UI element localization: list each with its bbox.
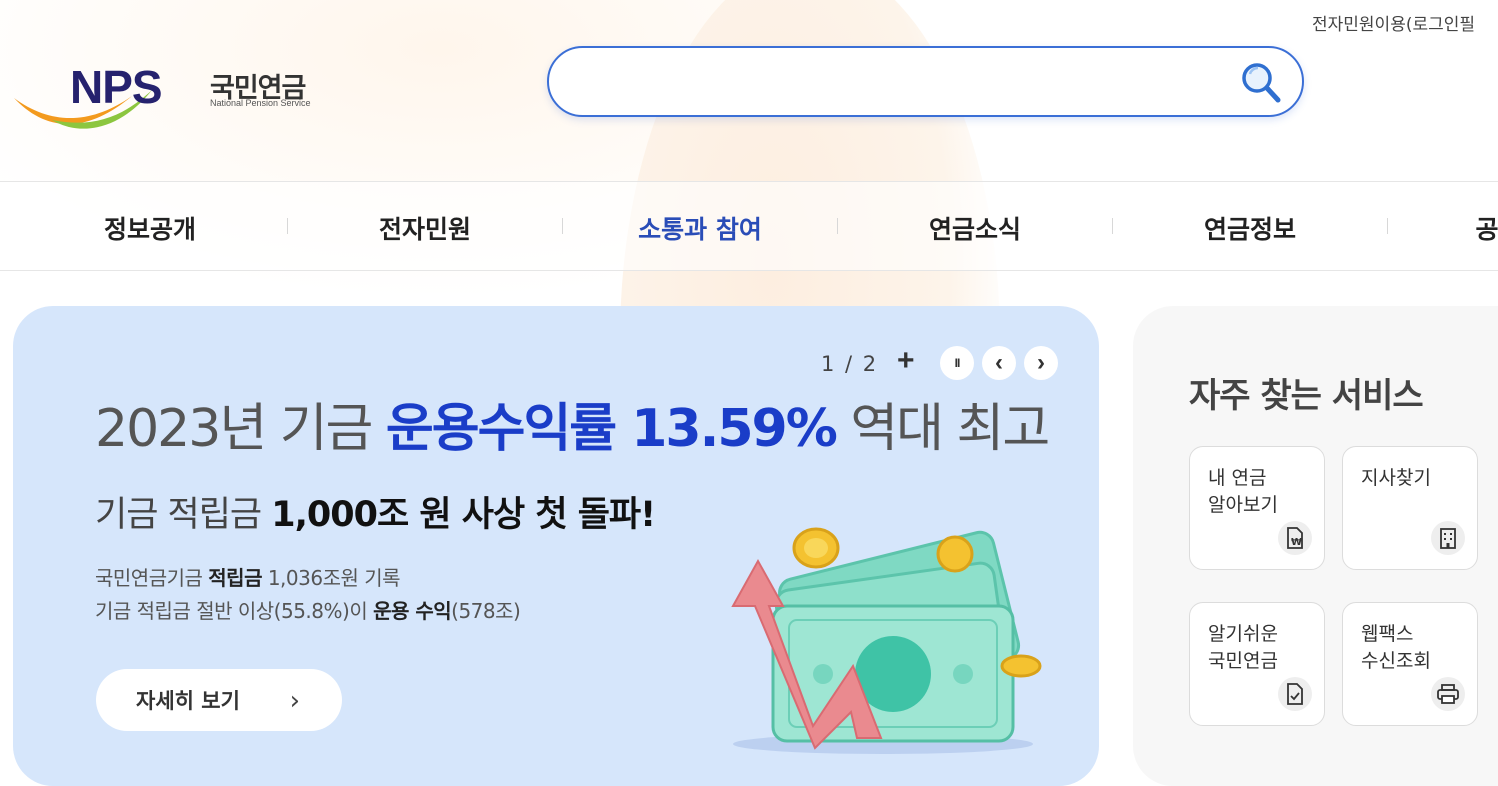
more-label: 자세히 보기 bbox=[136, 689, 240, 713]
service-card-webfax[interactable]: 웹팩스 수신조회 bbox=[1342, 602, 1478, 726]
banner-subtitle-prefix: 기금 적립금 bbox=[95, 495, 272, 535]
search-button[interactable] bbox=[1238, 60, 1284, 106]
banner-desc-line1: 국민연금기금 적립금 1,036조원 기록 bbox=[95, 562, 520, 595]
chevron-left-icon: ‹ bbox=[995, 349, 1003, 376]
document-check-icon bbox=[1278, 677, 1312, 711]
banner-plus-button[interactable]: + bbox=[897, 344, 915, 378]
banner-subtitle: 기금 적립금 1,000조 원 사상 첫 돌파! bbox=[95, 486, 656, 537]
logo-text: NPS bbox=[70, 61, 163, 113]
nav-divider bbox=[287, 218, 288, 234]
util-link-e-civil-login[interactable]: 전자민원이용(로그인필 bbox=[1312, 10, 1475, 35]
nav-item-pension-news[interactable]: 연금소식 bbox=[929, 210, 1021, 246]
building-icon bbox=[1431, 521, 1465, 555]
chevron-right-icon: › bbox=[1037, 349, 1045, 376]
desc-line1-prefix: 국민연금기금 bbox=[95, 566, 209, 590]
desc-line2-bold: 운용 수익 bbox=[373, 599, 452, 623]
banner-title: 2023년 기금 운용수익률 13.59% 역대 최고 bbox=[95, 386, 1050, 461]
chevron-right-icon: › bbox=[289, 686, 300, 716]
card-label: 내 연금 알아보기 bbox=[1208, 467, 1278, 516]
nps-logo[interactable]: NPS 국민연금 National Pension Service bbox=[12, 60, 332, 140]
printer-icon bbox=[1431, 677, 1465, 711]
svg-text:₩: ₩ bbox=[1291, 537, 1302, 548]
nav-item-info-disclosure[interactable]: 정보공개 bbox=[104, 210, 196, 246]
banner-prev-button[interactable]: ‹ bbox=[982, 346, 1016, 380]
banner-title-suffix: 역대 최고 bbox=[835, 399, 1050, 459]
card-label: 지사찾기 bbox=[1361, 467, 1431, 489]
nav-item-pension-info[interactable]: 연금정보 bbox=[1204, 210, 1296, 246]
search-input[interactable] bbox=[577, 62, 1221, 104]
logo-english: National Pension Service bbox=[210, 98, 311, 108]
frequent-services-title: 자주 찾는 서비스 bbox=[1189, 376, 1424, 416]
search-bar bbox=[547, 46, 1304, 117]
banner-page-indicator: 1 / 2 bbox=[821, 352, 879, 376]
banner-title-prefix: 2023년 기금 bbox=[95, 399, 386, 459]
desc-line2-prefix: 기금 적립금 절반 이상(55.8%)이 bbox=[95, 599, 374, 623]
desc-line1-suffix: 1,036조원 기록 bbox=[261, 566, 401, 590]
banner-title-highlight: 운용수익률 13.59% bbox=[385, 399, 838, 459]
banner-more-button[interactable]: 자세히 보기 › bbox=[96, 669, 342, 731]
desc-line1-bold: 적립금 bbox=[208, 566, 262, 590]
main-banner: 1 / 2 + II ‹ › 2023년 기금 운용수익률 13.59% 역대 … bbox=[13, 306, 1099, 786]
nav-item-e-civil[interactable]: 전자민원 bbox=[379, 210, 471, 246]
banner-pause-button[interactable]: II bbox=[940, 346, 974, 380]
pause-icon: II bbox=[954, 356, 961, 370]
main-navigation: 정보공개 전자민원 소통과 참여 연금소식 연금정보 공 bbox=[0, 181, 1498, 271]
service-card-easy-pension[interactable]: 알기쉬운 국민연금 bbox=[1189, 602, 1325, 726]
search-icon bbox=[1242, 63, 1281, 103]
service-card-my-pension[interactable]: 내 연금 알아보기 ₩ bbox=[1189, 446, 1325, 570]
frequent-services-panel: 자주 찾는 서비스 내 연금 알아보기 ₩ 지사찾기 알기쉬운 국민연금 웹팩스… bbox=[1133, 306, 1498, 786]
card-label: 웹팩스 수신조회 bbox=[1361, 623, 1431, 672]
nav-item-communication[interactable]: 소통과 참여 bbox=[638, 210, 762, 246]
banner-description: 국민연금기금 적립금 1,036조원 기록 기금 적립금 절반 이상(55.8%… bbox=[95, 562, 521, 628]
nav-divider bbox=[1387, 218, 1388, 234]
nav-item-partial[interactable]: 공 bbox=[1475, 210, 1498, 246]
nav-divider bbox=[1112, 218, 1113, 234]
card-label: 알기쉬운 국민연금 bbox=[1208, 623, 1278, 672]
document-won-icon: ₩ bbox=[1278, 521, 1312, 555]
banner-next-button[interactable]: › bbox=[1024, 346, 1058, 380]
banner-desc-line2: 기금 적립금 절반 이상(55.8%)이 운용 수익(578조) bbox=[95, 595, 521, 628]
banner-subtitle-bold: 1,000조 원 사상 첫 돌파! bbox=[271, 495, 656, 535]
money-growth-illustration bbox=[731, 527, 1042, 754]
nav-divider bbox=[837, 218, 838, 234]
service-card-find-branch[interactable]: 지사찾기 bbox=[1342, 446, 1478, 570]
desc-line2-suffix: (578조) bbox=[451, 599, 521, 623]
nav-divider bbox=[562, 218, 563, 234]
